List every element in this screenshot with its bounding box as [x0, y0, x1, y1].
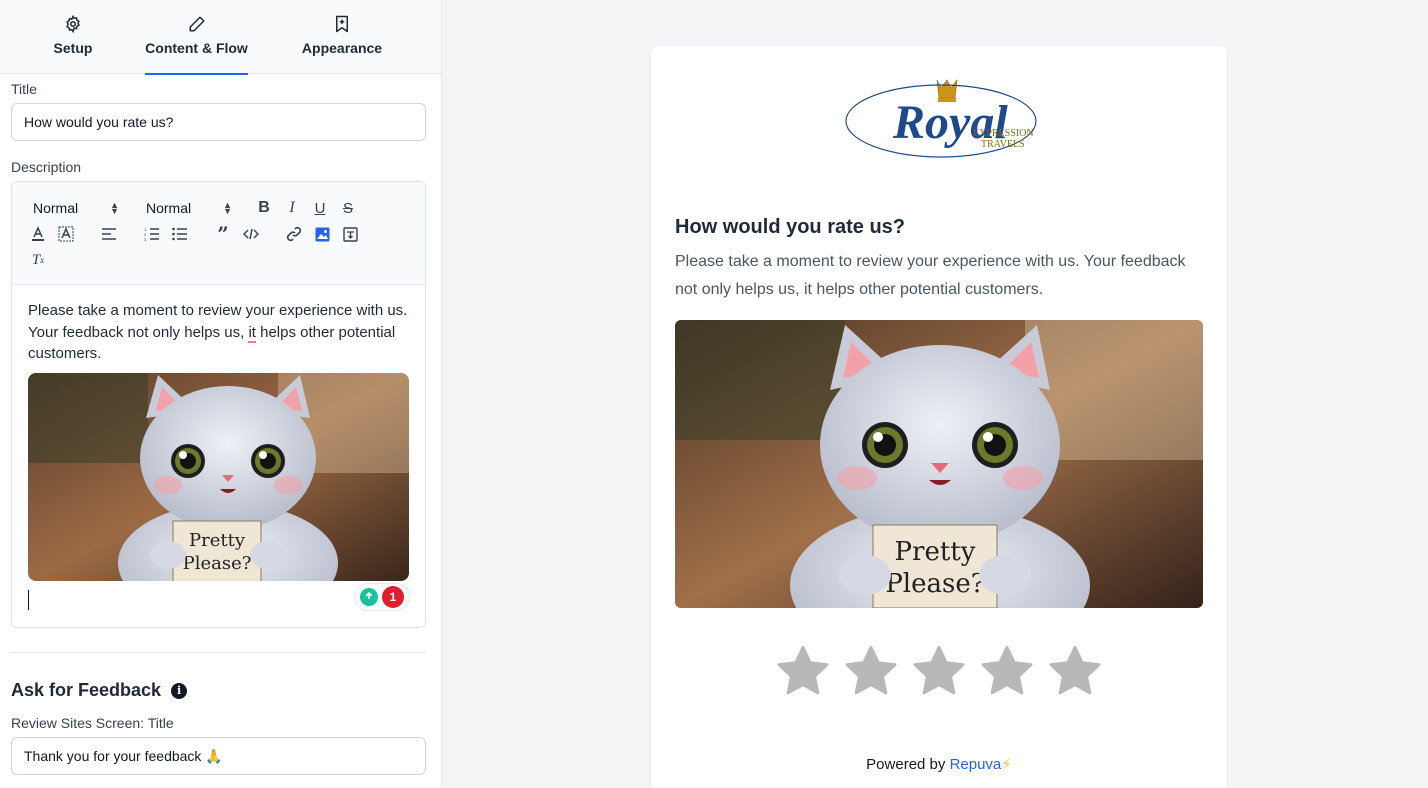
size-select[interactable]: Normal ▲ ▼ — [146, 198, 232, 218]
tab-label: Content & Flow — [145, 40, 248, 56]
clear-format-icon[interactable]: Tx — [28, 250, 48, 270]
star-icon[interactable] — [1047, 643, 1103, 699]
embed-icon[interactable] — [340, 224, 360, 244]
star-icon[interactable] — [911, 643, 967, 699]
preview-description: Please take a moment to review your expe… — [675, 253, 1186, 298]
svg-text:TRAVELS: TRAVELS — [981, 139, 1025, 150]
star-icon[interactable] — [979, 643, 1035, 699]
review-sites-title-input[interactable]: Thank you for your feedback 🙏 — [11, 737, 426, 775]
size-select-value: Normal — [146, 200, 192, 216]
font-select[interactable]: Normal ▲ ▼ — [33, 198, 119, 218]
description-editor-text[interactable]: Please take a moment to review your expe… — [28, 300, 413, 365]
grammar-assistant-icon[interactable] — [360, 588, 378, 606]
preview-cat-image: Pretty Please? — [675, 320, 1203, 608]
svg-text:Please?: Please? — [183, 553, 252, 574]
preview-title: How would you rate us? — [675, 216, 906, 238]
brand-link[interactable]: Repuva — [950, 756, 1002, 773]
bookmark-icon — [332, 14, 352, 34]
ask-feedback-heading: Ask for Feedback i — [11, 680, 188, 701]
editor-panel: Setup Content & Flow Appearance Title Ho… — [0, 0, 442, 788]
link-icon[interactable] — [284, 224, 304, 244]
section-divider — [11, 652, 426, 653]
svg-text:Pretty: Pretty — [895, 537, 976, 567]
italic-icon[interactable]: I — [282, 198, 302, 218]
bullet-list-icon[interactable] — [170, 224, 190, 244]
pencil-icon — [187, 14, 207, 34]
tab-label: Appearance — [301, 40, 383, 56]
grammar-flagged-word[interactable]: it — [248, 323, 256, 343]
star-icon[interactable] — [775, 643, 831, 699]
ordered-list-icon[interactable]: 123 — [142, 224, 162, 244]
tab-appearance[interactable]: Appearance — [299, 0, 385, 74]
info-icon[interactable]: i — [171, 682, 188, 699]
grammar-widget[interactable]: 1 — [354, 583, 410, 611]
tab-setup[interactable]: Setup — [48, 0, 98, 74]
editor-toolbar: Normal ▲ ▼ Normal ▲ ▼ B I U S 123 ” T x — [12, 182, 425, 285]
title-input[interactable]: How would you rate us? — [11, 103, 426, 141]
tab-label: Setup — [53, 40, 93, 56]
blockquote-icon[interactable]: ” — [213, 222, 233, 246]
rich-text-editor[interactable]: Normal ▲ ▼ Normal ▲ ▼ B I U S 123 ” T x … — [11, 181, 426, 628]
strikethrough-icon[interactable]: S — [338, 198, 358, 218]
svg-text:EXPRESSION: EXPRESSION — [973, 128, 1034, 139]
cat-image: Pretty Please? — [28, 373, 409, 581]
text-caret — [28, 590, 29, 610]
align-left-icon[interactable] — [99, 224, 119, 244]
powered-by: Powered by Repuva⚡ — [651, 755, 1227, 773]
svg-text:3: 3 — [144, 237, 147, 241]
star-rating — [775, 643, 1103, 699]
bold-icon[interactable]: B — [254, 198, 274, 218]
bolt-icon: ⚡ — [1001, 756, 1012, 773]
preview-card: Royal EXPRESSION TRAVELS How would you r… — [651, 46, 1227, 788]
background-color-icon[interactable] — [56, 224, 76, 244]
code-icon[interactable] — [241, 224, 261, 244]
grammar-issue-badge[interactable]: 1 — [382, 586, 404, 608]
updown-arrow-icon: ▲ ▼ — [223, 200, 232, 216]
ask-feedback-title: Ask for Feedback — [11, 680, 162, 700]
svg-text:Pretty: Pretty — [189, 530, 246, 551]
underline-icon[interactable]: U — [310, 198, 330, 218]
title-label: Title — [11, 81, 37, 97]
text-color-icon[interactable] — [28, 224, 48, 244]
font-select-value: Normal — [33, 200, 79, 216]
description-label: Description — [11, 159, 82, 175]
image-icon[interactable] — [312, 224, 332, 244]
updown-arrow-icon: ▲ ▼ — [110, 200, 119, 216]
powered-by-text: Powered by — [866, 756, 950, 773]
review-sites-title-label: Review Sites Screen: Title — [11, 715, 174, 731]
company-logo: Royal EXPRESSION TRAVELS — [841, 76, 1041, 166]
tab-content-flow[interactable]: Content & Flow — [145, 0, 248, 75]
star-icon[interactable] — [843, 643, 899, 699]
gear-icon — [63, 14, 83, 34]
svg-text:Please?: Please? — [885, 569, 984, 599]
tab-bar: Setup Content & Flow Appearance — [0, 0, 441, 75]
